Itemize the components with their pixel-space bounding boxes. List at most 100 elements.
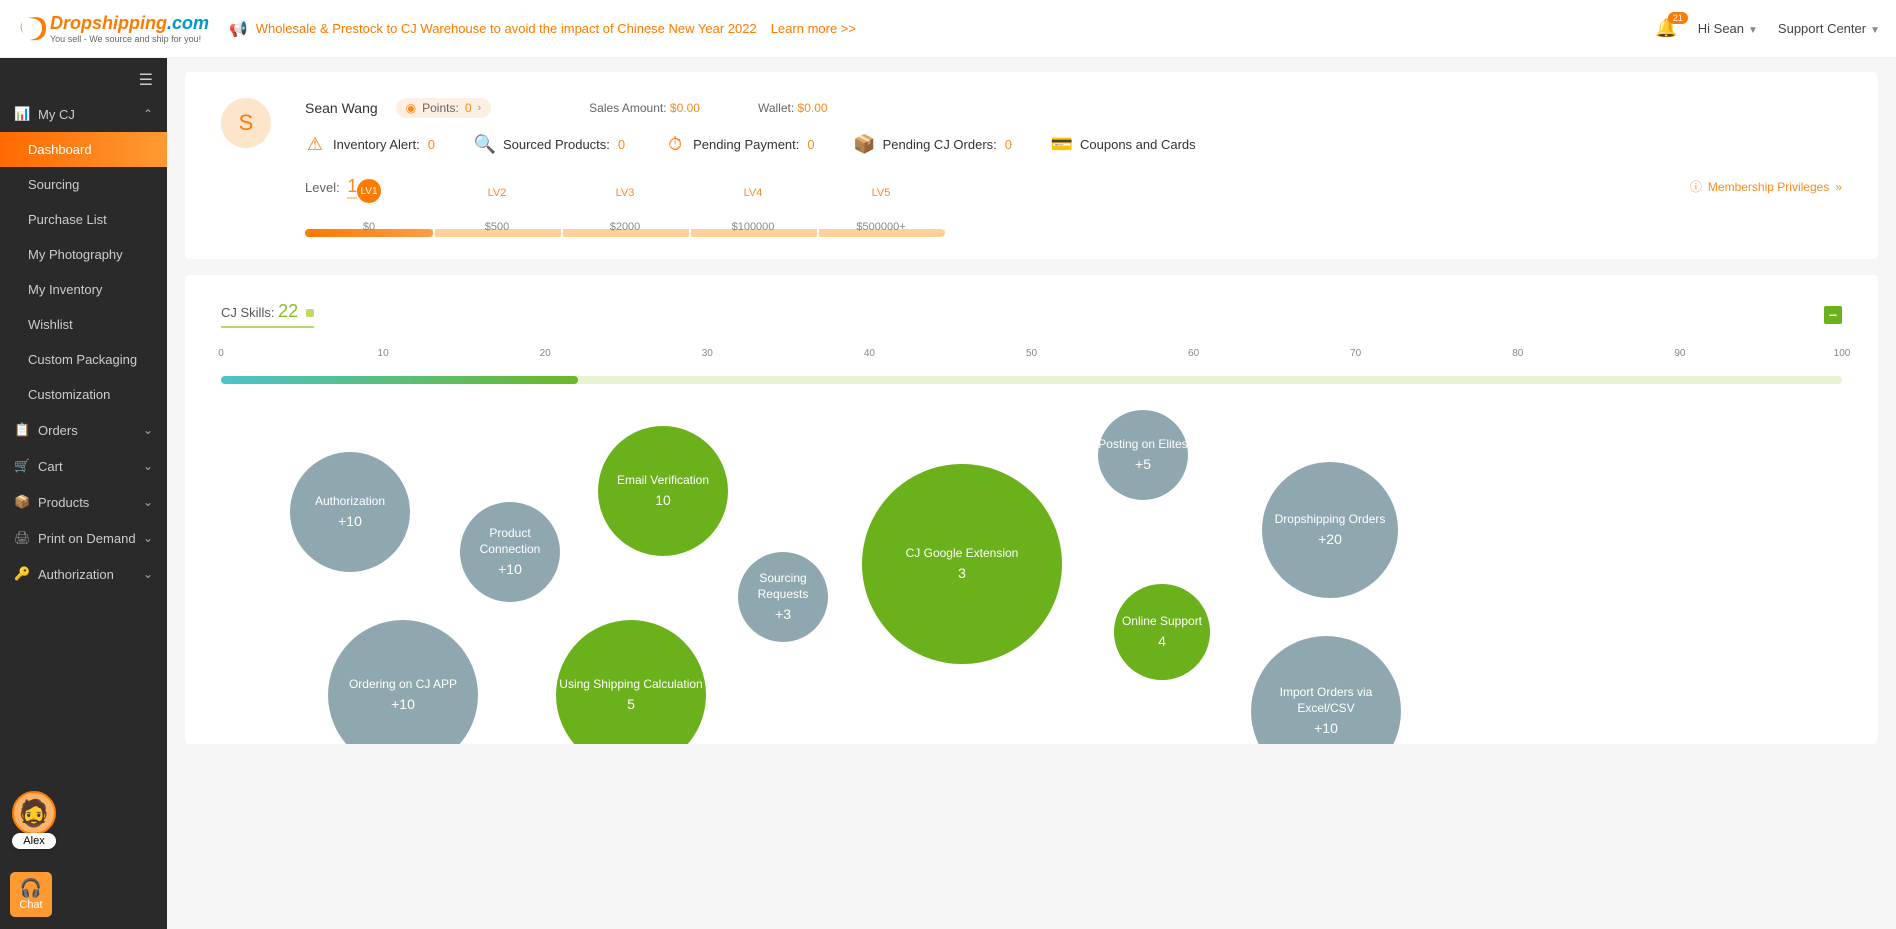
bubble-value: +10 [498,560,522,578]
status-icon: ⚠ [305,134,325,154]
logo[interactable]: Dropshipping.com You sell - We source an… [16,12,209,46]
sidebar-group-products[interactable]: 📦Products⌄ [0,484,167,520]
announcement-text: Wholesale & Prestock to CJ Warehouse to … [256,21,757,36]
chat-button[interactable]: 🎧 Chat [10,872,52,917]
collapse-button[interactable]: − [1824,306,1842,324]
bubble-value: +3 [775,605,791,623]
bubble-value: +20 [1318,530,1342,548]
chevron-down-icon: ⌄ [143,495,153,509]
menu-icon: 🔑 [14,566,30,582]
skill-bubble-posting-on-elites[interactable]: Posting on Elites+5 [1098,410,1188,500]
skill-bubble-ordering-on-cj-app[interactable]: Ordering on CJ APP+10 [328,620,478,744]
skill-bubble-using-shipping-calculation[interactable]: Using Shipping Calculation 5 [556,620,706,744]
scale-tick: 20 [540,348,551,359]
skill-bubble-email-verification[interactable]: Email Verification 10 [598,426,728,556]
level-marker: LV3 [616,187,635,199]
sidebar-item-custom-packaging[interactable]: Custom Packaging [0,342,167,377]
agent-avatar-icon: 🧔 [12,791,56,835]
logo-domain: .com [167,13,209,33]
scale-tick: 10 [378,348,389,359]
skills-card: CJ Skills: 22 − 0102030405060708090100 A… [185,275,1878,744]
bubble-label: Using Shipping Calculation [559,677,702,693]
bubble-value: +10 [1314,719,1338,737]
sidebar-item-dashboard[interactable]: Dashboard [0,132,167,167]
status-pending-cj-orders[interactable]: 📦Pending CJ Orders: 0 [855,134,1012,154]
sidebar-collapse-button[interactable]: ☰ [0,58,167,96]
skills-progress-bar [221,376,1842,384]
chevron-down-icon: ▼ [1870,25,1880,36]
points-pill[interactable]: ◉ Points: 0 › [396,98,492,118]
scale-tick: 40 [864,348,875,359]
bubble-value: 5 [627,695,635,713]
membership-privileges-link[interactable]: ⓘMembership Privileges» [1690,178,1842,195]
bubble-label: Dropshipping Orders [1275,512,1386,528]
notification-badge: 21 [1668,12,1688,24]
bubble-value: +10 [338,512,362,530]
user-menu[interactable]: Hi Sean▼ [1698,21,1758,36]
status-icon: ⏱ [665,134,685,154]
bubble-label: CJ Google Extension [906,546,1019,562]
sidebar-item-purchase-list[interactable]: Purchase List [0,202,167,237]
bubble-label: Product Connection [460,526,560,557]
wallet-amount: Wallet: $0.00 [758,101,828,115]
megaphone-icon: 📢 [229,20,248,38]
status-icon: 💳 [1052,134,1072,154]
sidebar-item-my-photography[interactable]: My Photography [0,237,167,272]
level-amount: $100000 [732,221,775,233]
skill-bubble-online-support[interactable]: Online Support 4 [1114,584,1210,680]
coins-icon: ◉ [406,101,416,115]
agent-name: Alex [12,833,56,849]
chevron-down-icon: ⌄ [143,423,153,437]
scale-tick: 0 [218,348,224,359]
chevron-up-icon: ⌃ [143,107,153,121]
menu-icon: 📊 [14,106,30,122]
logo-icon [16,12,50,46]
level-amount: $0 [363,221,375,233]
bubble-label: Online Support [1122,614,1202,630]
skill-bubble-authorization[interactable]: Authorization+10 [290,452,410,572]
menu-icon: 🖨 [14,530,30,546]
support-agent-widget[interactable]: 🧔 Alex [12,791,56,849]
level-marker: LV4 [744,187,763,199]
bubble-label: Email Verification [617,473,709,489]
menu-icon: 🛒 [14,458,30,474]
skill-bubble-product-connection[interactable]: Product Connection +10 [460,502,560,602]
level-amount: $2000 [610,221,641,233]
level-marker: LV1 [357,179,381,203]
status-icon: 🔍 [475,134,495,154]
sidebar-item-customization[interactable]: Customization [0,377,167,412]
skill-bubble-sourcing-requests[interactable]: Sourcing Requests+3 [738,552,828,642]
learn-more-link[interactable]: Learn more >> [771,21,856,36]
scale-tick: 50 [1026,348,1037,359]
sidebar-group-cart[interactable]: 🛒Cart⌄ [0,448,167,484]
headset-icon: 🎧 [10,878,52,899]
sidebar-group-authorization[interactable]: 🔑Authorization⌄ [0,556,167,592]
sidebar-item-wishlist[interactable]: Wishlist [0,307,167,342]
level-progress: LV1$0LV2$500LV3$2000LV4$100000LV5$500000… [305,207,945,237]
sidebar-group-print-on-demand[interactable]: 🖨Print on Demand⌄ [0,520,167,556]
sidebar-group-orders[interactable]: 📋Orders⌄ [0,412,167,448]
skill-bubble-dropshipping-orders[interactable]: Dropshipping Orders +20 [1262,462,1398,598]
logo-text: Dropshipping [50,13,167,33]
status-pending-payment[interactable]: ⏱Pending Payment: 0 [665,134,814,154]
status-inventory-alert[interactable]: ⚠Inventory Alert: 0 [305,134,435,154]
chevron-down-icon: ⌄ [143,459,153,473]
bubble-value: +5 [1135,455,1151,473]
notifications-button[interactable]: 🔔21 [1655,18,1677,39]
sidebar-group-my-cj[interactable]: 📊My CJ⌃ [0,96,167,132]
bubble-value: 4 [1158,632,1166,650]
chevron-down-icon: ▼ [1748,25,1758,36]
sidebar-item-sourcing[interactable]: Sourcing [0,167,167,202]
chevron-down-icon: ⌄ [143,531,153,545]
status-coupons-and-cards[interactable]: 💳Coupons and Cards [1052,134,1196,154]
bubble-value: 10 [655,491,671,509]
profile-card: S Sean Wang ◉ Points: 0 › Sales Amount: … [185,72,1878,259]
avatar[interactable]: S [221,98,271,148]
status-sourced-products[interactable]: 🔍Sourced Products: 0 [475,134,625,154]
user-name: Sean Wang [305,100,378,116]
skill-bubble-import-orders-via-excel-csv[interactable]: Import Orders via Excel/CSV+10 [1251,636,1401,744]
sidebar-item-my-inventory[interactable]: My Inventory [0,272,167,307]
skill-bubble-cj-google-extension[interactable]: CJ Google Extension3 [862,464,1062,664]
support-menu[interactable]: Support Center▼ [1778,21,1880,36]
scale-tick: 60 [1188,348,1199,359]
